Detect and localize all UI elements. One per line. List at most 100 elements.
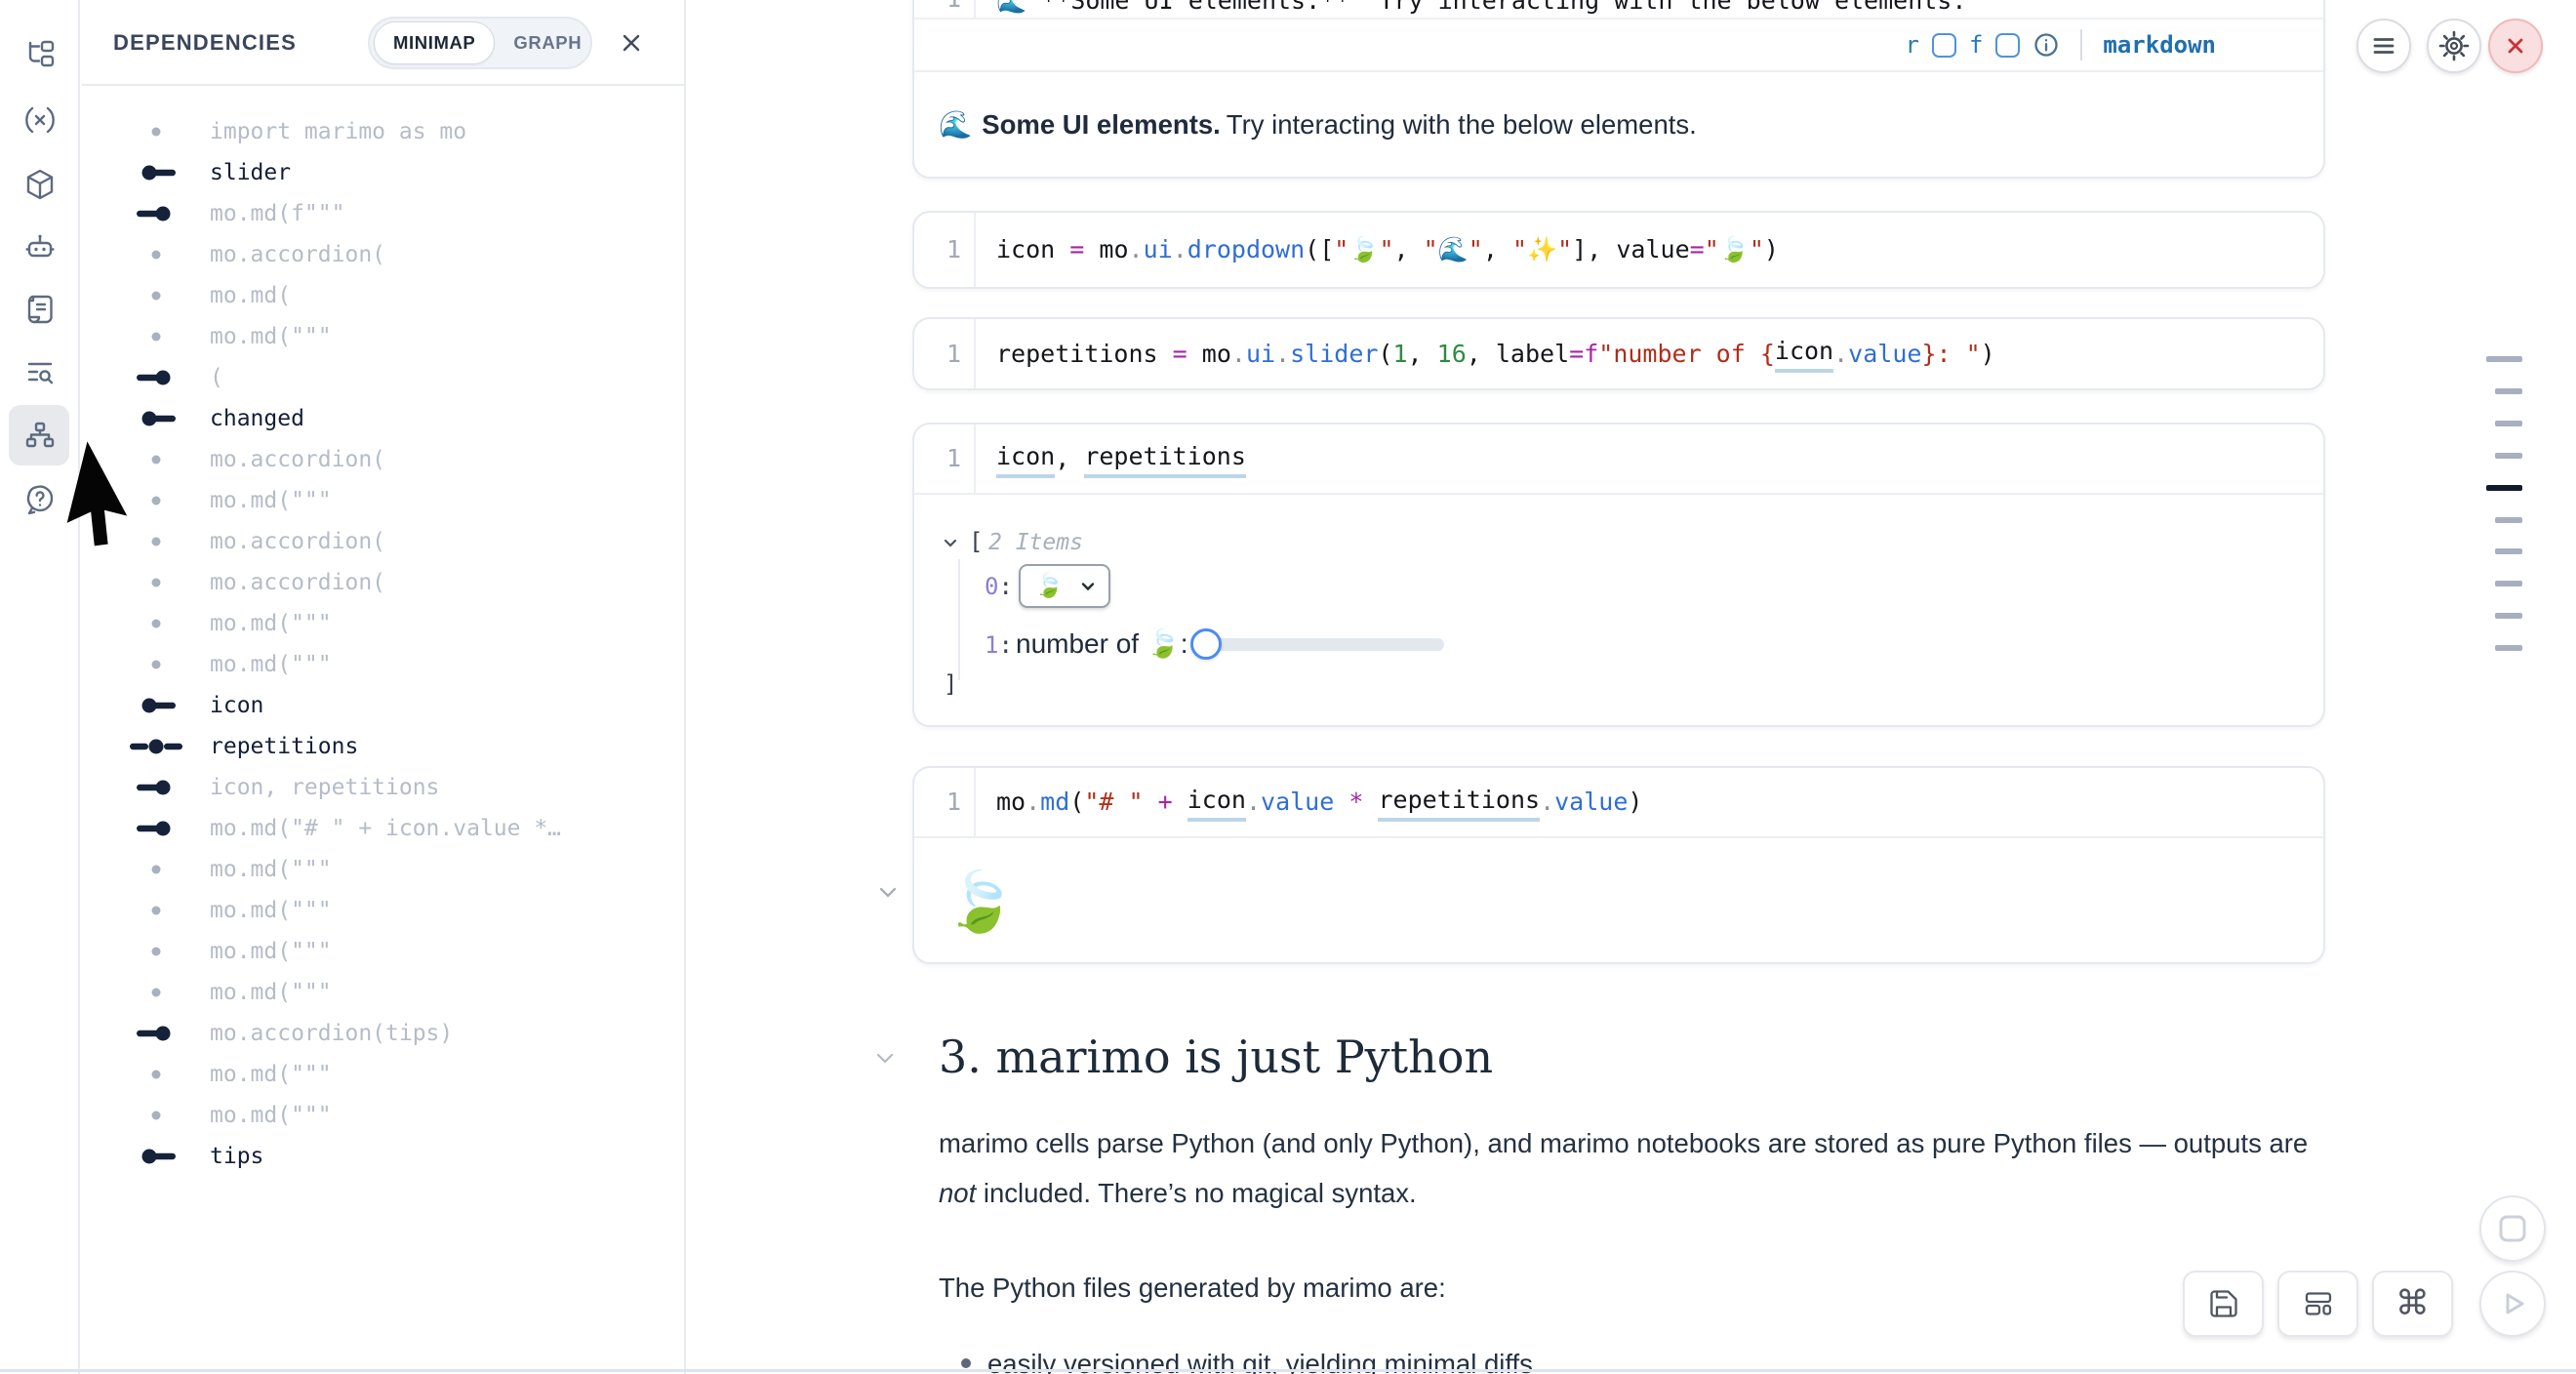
minimap-row[interactable]: mo.md(""" xyxy=(82,849,684,890)
scroll-mark[interactable] xyxy=(2495,613,2522,619)
layout-panel-icon xyxy=(2301,1286,2336,1321)
minimap-row[interactable]: mo.accordion( xyxy=(82,439,684,480)
minimap-row[interactable]: mo.md(""" xyxy=(82,1054,684,1095)
dependency-marker-icon xyxy=(125,1149,187,1164)
minimap-row[interactable]: slider xyxy=(82,152,684,193)
panel-close-button[interactable] xyxy=(617,28,646,58)
minimap-row[interactable]: mo.accordion( xyxy=(82,562,684,603)
f-checkbox[interactable] xyxy=(1995,33,2020,58)
run-button[interactable] xyxy=(2479,1271,2546,1337)
code-line[interactable]: icon = mo.ui.dropdown(["🍃", "🌊", "✨"], v… xyxy=(976,213,1779,287)
sidebar-item-dependency-graph[interactable] xyxy=(23,420,57,453)
tab-graph[interactable]: GRAPH xyxy=(495,22,600,63)
minimap-row[interactable]: import marimo as mo xyxy=(82,111,684,152)
keyboard-shortcuts-button[interactable]: ⌘ xyxy=(2372,1271,2453,1337)
save-icon xyxy=(2206,1286,2241,1321)
minimap-row[interactable]: mo.md(""" xyxy=(82,603,684,644)
output-collapse-chevron-icon[interactable] xyxy=(875,879,901,905)
r-checkbox[interactable] xyxy=(1932,33,1956,58)
code-line[interactable]: mo.md("# " + icon.value * repetitions.va… xyxy=(976,768,1642,836)
minimap-row[interactable]: mo.md(""" xyxy=(82,1095,684,1136)
shutdown-button[interactable] xyxy=(2488,19,2543,73)
wave-emoji: 🌊 xyxy=(939,108,972,141)
minimap-row[interactable]: mo.md(""" xyxy=(82,972,684,1013)
minimap-row[interactable]: mo.md(""" xyxy=(82,890,684,931)
scroll-mark[interactable] xyxy=(2495,421,2522,426)
leaf-emoji-output: 🍃 xyxy=(944,867,1017,936)
dependency-marker-icon xyxy=(125,862,187,877)
panel-title: DEPENDENCIES xyxy=(113,30,297,56)
scroll-mark[interactable] xyxy=(2486,485,2522,491)
minimap-row[interactable]: mo.accordion(tips) xyxy=(82,1013,684,1054)
output-bold-text: Some UI elements. xyxy=(982,109,1221,141)
stop-icon xyxy=(2496,1212,2529,1245)
slider-track[interactable] xyxy=(1206,638,1444,651)
minimap-row[interactable]: mo.md(""" xyxy=(82,316,684,357)
dropdown-select[interactable]: 🍃 xyxy=(1019,564,1110,608)
minimap-row[interactable]: ( xyxy=(82,357,684,398)
dependency-marker-icon xyxy=(125,206,187,222)
minimap-row-label: mo.md(""" xyxy=(210,480,332,521)
collapse-chevron-icon[interactable] xyxy=(942,534,959,551)
sidebar-item-file-explorer[interactable] xyxy=(23,39,57,72)
minimap-row[interactable]: icon, repetitions xyxy=(82,767,684,808)
minimap-row-label: icon xyxy=(210,685,263,726)
view-tabs: MINIMAP GRAPH xyxy=(368,17,592,69)
scroll-mark[interactable] xyxy=(2495,645,2522,651)
sidebar-item-help[interactable] xyxy=(23,483,57,516)
cell-tuple-output[interactable]: 1 icon, repetitions [ 2 Items 0: 🍃 1: nu… xyxy=(912,423,2325,727)
layout-button[interactable] xyxy=(2277,1271,2358,1337)
minimap-row[interactable]: mo.accordion( xyxy=(82,521,684,562)
sidebar-item-packages[interactable] xyxy=(23,168,57,201)
cell-markdown-intro[interactable]: 1 🌊 **Some UI elements.** Try interactin… xyxy=(912,0,2325,179)
items-count: 2 Items xyxy=(988,530,1083,555)
menu-icon xyxy=(2369,31,2398,61)
code-line[interactable]: 🌊 **Some UI elements.** Try interacting … xyxy=(976,0,1966,18)
cell-editor[interactable]: 1 🌊 **Some UI elements.** Try interactin… xyxy=(914,0,2323,20)
sidebar-item-outline[interactable] xyxy=(23,356,57,389)
cell-output: 🌊Some UI elements.Try interacting with t… xyxy=(914,72,2323,177)
notebook-menu-button[interactable] xyxy=(2356,19,2411,73)
tree-indent-guide xyxy=(958,559,960,680)
save-button[interactable] xyxy=(2183,1271,2264,1337)
scroll-mark[interactable] xyxy=(2495,388,2522,394)
minimap-row[interactable]: mo.accordion( xyxy=(82,234,684,275)
minimap-row[interactable]: mo.md("# " + icon.value *… xyxy=(82,808,684,849)
stop-button[interactable] xyxy=(2479,1195,2546,1262)
scroll-mark[interactable] xyxy=(2486,356,2522,362)
dependency-marker-icon xyxy=(125,1026,187,1041)
minimap-row[interactable]: changed xyxy=(82,398,684,439)
minimap-row[interactable]: mo.md(f""" xyxy=(82,193,684,234)
section-collapse-chevron-icon[interactable] xyxy=(873,1046,897,1070)
code-line[interactable]: repetitions = mo.ui.slider(1, 16, label=… xyxy=(976,319,1995,388)
scroll-mark[interactable] xyxy=(2495,517,2522,523)
language-label[interactable]: markdown xyxy=(2103,31,2216,59)
code-line[interactable]: icon, repetitions xyxy=(976,424,1246,493)
sidebar-item-variables[interactable] xyxy=(23,103,57,137)
tab-minimap[interactable]: MINIMAP xyxy=(374,21,495,64)
toolbar-divider xyxy=(2080,29,2082,61)
info-icon[interactable] xyxy=(2033,31,2060,59)
minimap-row[interactable]: mo.md(""" xyxy=(82,644,684,685)
play-icon xyxy=(2495,1286,2530,1321)
settings-button[interactable] xyxy=(2427,19,2481,73)
minimap-row[interactable]: mo.md(""" xyxy=(82,480,684,521)
minimap-row[interactable]: icon xyxy=(82,685,684,726)
sidebar-rail xyxy=(0,0,80,1374)
cell-md-concat[interactable]: 1 mo.md("# " + icon.value * repetitions.… xyxy=(912,766,2325,964)
minimap-row[interactable]: tips xyxy=(82,1136,684,1177)
scroll-mark[interactable] xyxy=(2495,548,2522,554)
minimap-row[interactable]: mo.md( xyxy=(82,275,684,316)
sidebar-item-ai-assistant[interactable] xyxy=(23,230,57,263)
scroll-mark[interactable] xyxy=(2495,453,2522,459)
cell-slider-code[interactable]: 1 repetitions = mo.ui.slider(1, 16, labe… xyxy=(912,317,2325,390)
sidebar-item-logs[interactable] xyxy=(23,293,57,326)
markdown-cell-toolbar: r f markdown xyxy=(914,20,2323,72)
dropdown-value: 🍃 xyxy=(1034,572,1064,600)
minimap-row[interactable]: mo.md(""" xyxy=(82,931,684,972)
slider-knob[interactable] xyxy=(1190,628,1222,660)
minimap-row[interactable]: repetitions xyxy=(82,726,684,767)
dependency-marker-icon xyxy=(125,247,187,263)
cell-dropdown-code[interactable]: 1 icon = mo.ui.dropdown(["🍃", "🌊", "✨"],… xyxy=(912,211,2325,289)
scroll-mark[interactable] xyxy=(2495,581,2522,586)
